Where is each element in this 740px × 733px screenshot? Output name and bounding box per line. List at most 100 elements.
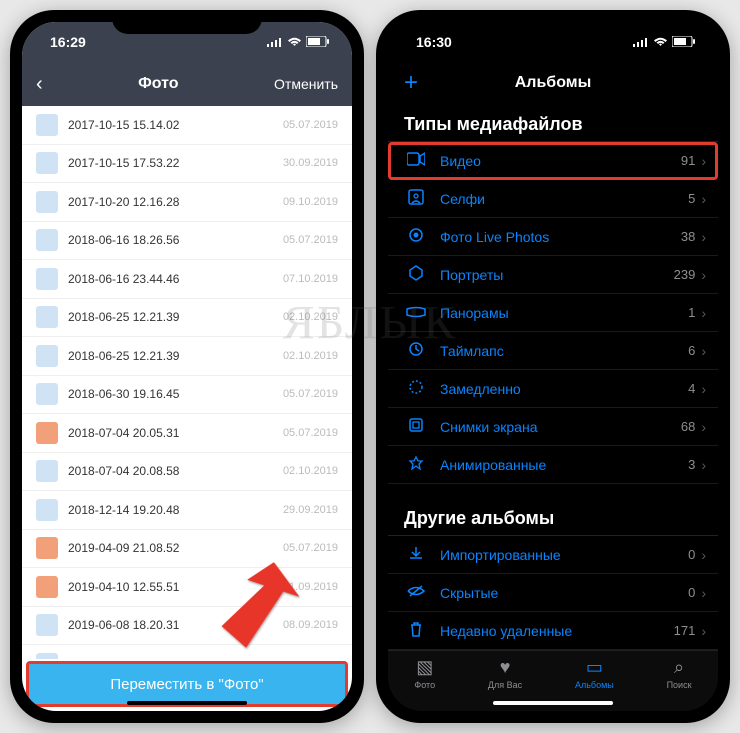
battery-icon (672, 34, 696, 50)
album-label: Анимированные (440, 457, 688, 473)
file-name: 2017-10-20 12.16.28 (68, 195, 283, 209)
search-icon: ⌕ (674, 657, 684, 678)
album-label: Таймлапс (440, 343, 688, 359)
timelapse-icon (404, 341, 428, 360)
wifi-icon (287, 34, 302, 50)
file-row[interactable]: 2017-10-20 12.16.28 09.10.2019 (22, 183, 352, 222)
nav-title: Фото (138, 75, 178, 93)
tab-photos[interactable]: ▧Фото (414, 657, 435, 690)
file-date: 08.09.2019 (283, 619, 338, 631)
chevron-right-icon: › (701, 623, 706, 639)
chevron-right-icon: › (701, 381, 706, 397)
album-label: Замедленно (440, 381, 688, 397)
album-row-video[interactable]: Видео 91 › (388, 142, 718, 180)
file-date: 05.07.2019 (283, 542, 338, 554)
file-date: 05.07.2019 (283, 427, 338, 439)
file-thumb (36, 653, 58, 659)
file-thumb (36, 229, 58, 251)
file-name: 2018-07-04 20.08.58 (68, 464, 283, 478)
hidden-icon (404, 584, 428, 601)
notch (478, 10, 628, 34)
album-row-slomo[interactable]: Замедленно 4 › (388, 370, 718, 408)
tab-foryou[interactable]: ♥Для Вас (488, 657, 522, 690)
file-thumb (36, 499, 58, 521)
file-date: 09.10.2019 (283, 196, 338, 208)
chevron-right-icon: › (701, 419, 706, 435)
album-row-screen[interactable]: Снимки экрана 68 › (388, 408, 718, 446)
file-date: 29.09.2019 (283, 504, 338, 516)
home-indicator[interactable] (493, 701, 613, 705)
file-thumb (36, 345, 58, 367)
file-row[interactable]: 2018-06-25 12.21.39 02.10.2019 (22, 299, 352, 338)
file-name: 2018-06-25 12.21.39 (68, 349, 283, 363)
album-row-timelapse[interactable]: Таймлапс 6 › (388, 332, 718, 370)
album-row-selfie[interactable]: Селфи 5 › (388, 180, 718, 218)
album-count: 171 (674, 623, 696, 638)
status-time: 16:29 (50, 34, 86, 50)
file-date: 02.10.2019 (283, 465, 338, 477)
file-thumb (36, 306, 58, 328)
section-media-header: Типы медиафайлов (388, 104, 718, 142)
album-row-live[interactable]: Фото Live Photos 38 › (388, 218, 718, 256)
foryou-icon: ♥ (500, 657, 511, 678)
chevron-right-icon: › (701, 191, 706, 207)
album-row-import[interactable]: Импортированные 0 › (388, 536, 718, 574)
file-row[interactable]: 2018-06-30 19.16.45 05.07.2019 (22, 376, 352, 415)
file-thumb (36, 383, 58, 405)
home-indicator[interactable] (127, 701, 247, 705)
screen-icon (404, 417, 428, 436)
file-row[interactable]: 2019-04-09 21.08.52 05.07.2019 (22, 530, 352, 569)
file-date: 05.07.2019 (283, 119, 338, 131)
file-thumb (36, 191, 58, 213)
signal-icon (633, 34, 649, 50)
album-row-hidden[interactable]: Скрытые 0 › (388, 574, 718, 612)
album-label: Портреты (440, 267, 674, 283)
file-row[interactable]: 2019-04-10 12.55.51 11.09.2019 (22, 568, 352, 607)
file-name: 2018-12-14 19.20.48 (68, 503, 283, 517)
file-name: 2018-06-16 23.44.46 (68, 272, 283, 286)
battery-icon (306, 34, 330, 50)
nav-bar: + Альбомы (388, 61, 718, 104)
file-row[interactable]: 2017-10-15 15.14.02 05.07.2019 (22, 106, 352, 145)
file-name: 2018-06-25 12.21.39 (68, 310, 283, 324)
file-date: 05.07.2019 (283, 234, 338, 246)
file-row[interactable]: 2018-12-14 19.20.48 29.09.2019 (22, 491, 352, 530)
album-label: Панорамы (440, 305, 688, 321)
phone-left: 16:29 ‹ Фото Отменить 2017-10-15 15.14.0… (10, 10, 364, 723)
file-name: 2019-04-09 21.08.52 (68, 541, 283, 555)
chevron-right-icon: › (701, 153, 706, 169)
file-row[interactable]: 2019-06-08 18.20.31 08.09.2019 (22, 607, 352, 646)
album-row-trash[interactable]: Недавно удаленные 171 › (388, 612, 718, 650)
slomo-icon (404, 379, 428, 398)
file-row[interactable]: 2018-06-25 12.21.39 02.10.2019 (22, 337, 352, 376)
nav-bar: ‹ Фото Отменить (22, 62, 352, 106)
file-date: 08.06.2019 (283, 658, 338, 659)
album-count: 239 (674, 267, 696, 282)
file-list[interactable]: 2017-10-15 15.14.02 05.07.2019 2017-10-1… (22, 106, 352, 659)
signal-icon (267, 34, 283, 50)
file-row[interactable]: 2018-06-16 23.44.46 07.10.2019 (22, 260, 352, 299)
file-row[interactable]: 2018-06-16 18.26.56 05.07.2019 (22, 222, 352, 261)
chevron-right-icon: › (701, 585, 706, 601)
tab-search[interactable]: ⌕Поиск (667, 657, 692, 690)
cancel-button[interactable]: Отменить (274, 76, 338, 92)
section-other-header: Другие альбомы (388, 498, 718, 536)
file-row[interactable]: 2018-07-04 20.05.31 05.07.2019 (22, 414, 352, 453)
file-date: 11.09.2019 (284, 581, 338, 593)
tab-albums[interactable]: ▭Альбомы (575, 657, 614, 690)
import-icon (404, 545, 428, 564)
file-row[interactable]: 2019-06-08 18.22.40 08.06.2019 (22, 645, 352, 659)
file-row[interactable]: 2018-07-04 20.08.58 02.10.2019 (22, 453, 352, 492)
file-row[interactable]: 2017-10-15 17.53.22 30.09.2019 (22, 145, 352, 184)
live-icon (404, 227, 428, 246)
album-label: Селфи (440, 191, 688, 207)
back-icon[interactable]: ‹ (36, 73, 43, 96)
album-row-pano[interactable]: Панорамы 1 › (388, 294, 718, 332)
status-time: 16:30 (416, 34, 452, 50)
album-count: 0 (688, 585, 695, 600)
trash-icon (404, 621, 428, 640)
chevron-right-icon: › (701, 457, 706, 473)
album-row-portrait[interactable]: Портреты 239 › (388, 256, 718, 294)
album-list[interactable]: Типы медиафайлов Видео 91 › Селфи 5 › Фо… (388, 104, 718, 650)
album-row-animated[interactable]: Анимированные 3 › (388, 446, 718, 484)
